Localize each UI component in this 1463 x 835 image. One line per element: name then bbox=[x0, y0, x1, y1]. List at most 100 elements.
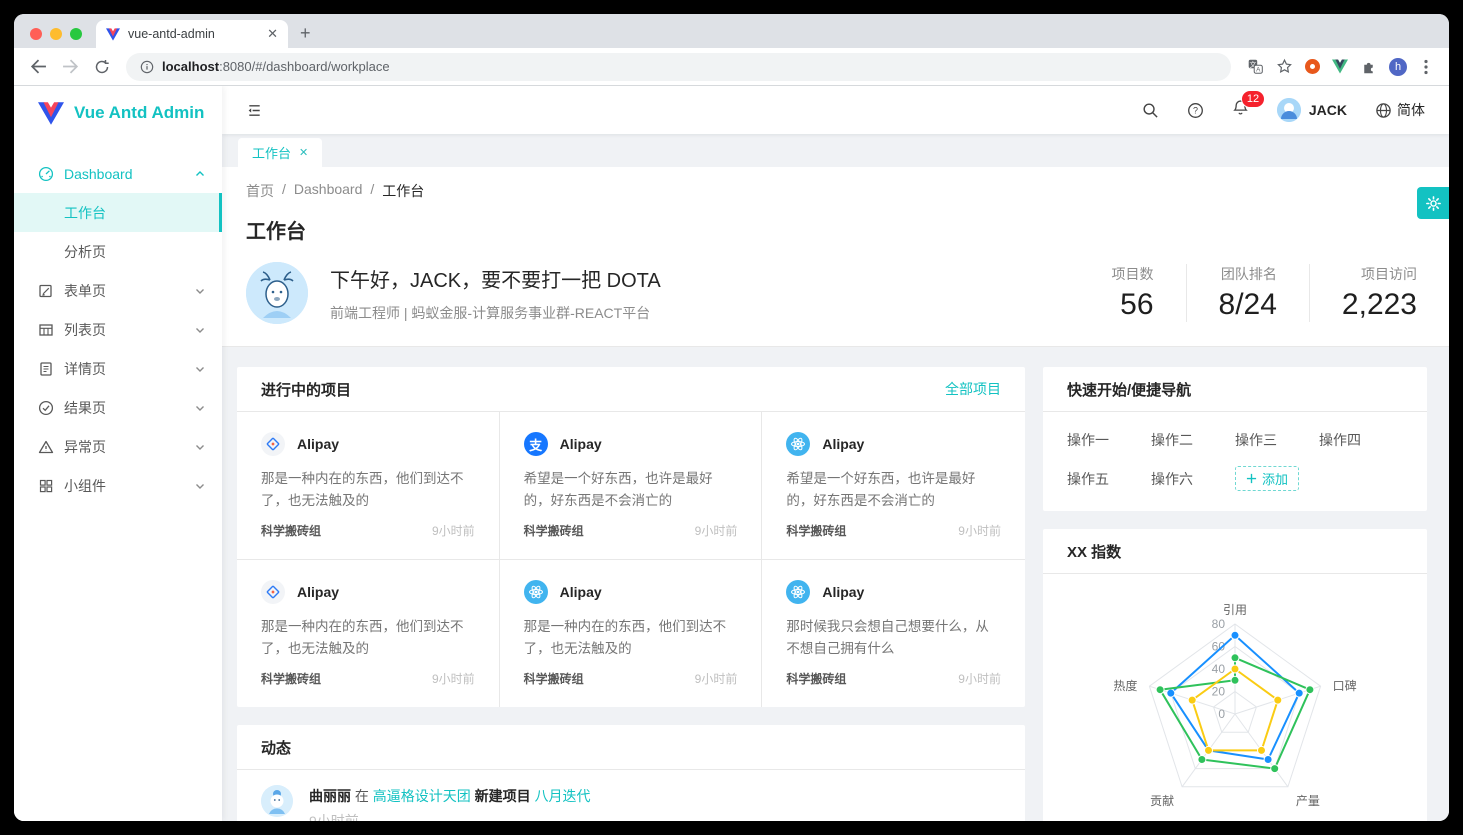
sidebar-subitem-label: 分析页 bbox=[64, 242, 106, 262]
help-icon[interactable]: ? bbox=[1187, 102, 1204, 119]
bookmark-star-icon[interactable] bbox=[1276, 58, 1293, 75]
activity-object-link[interactable]: 八月迭代 bbox=[535, 788, 591, 804]
extension-orange-icon[interactable] bbox=[1305, 59, 1320, 74]
activity-user[interactable]: 曲丽丽 bbox=[309, 788, 351, 804]
app-logo[interactable]: Vue Antd Admin bbox=[14, 86, 222, 140]
sidebar-item-analysis[interactable]: 分析页 bbox=[14, 232, 222, 271]
forward-button[interactable] bbox=[56, 53, 84, 81]
back-button[interactable] bbox=[24, 53, 52, 81]
url-host: localhost bbox=[162, 59, 219, 74]
new-tab-button[interactable]: + bbox=[288, 22, 311, 48]
project-card[interactable]: Alipay 那是一种内在的东西，他们到达不了，也无法触及的 科学搬砖组9小时前 bbox=[237, 560, 500, 707]
sidebar-item-result[interactable]: 结果页 bbox=[14, 388, 222, 427]
sidebar: Vue Antd Admin Dashboard 工作台 分析页 表单页 bbox=[14, 86, 222, 821]
forward-arrow-icon bbox=[62, 58, 79, 75]
zoom-window-button[interactable] bbox=[70, 28, 82, 40]
activity-time: 9小时前 bbox=[309, 811, 591, 821]
app-header: ? 12 JACK 简体 bbox=[222, 86, 1449, 134]
sidebar-item-dashboard[interactable]: Dashboard bbox=[14, 154, 222, 193]
project-group[interactable]: 科学搬砖组 bbox=[261, 670, 321, 687]
user-avatar bbox=[1277, 98, 1301, 122]
browser-toolbar: localhost:8080/#/dashboard/workplace 文A … bbox=[14, 48, 1449, 86]
sidebar-item-label: 异常页 bbox=[64, 437, 184, 457]
sidebar-item-list[interactable]: 列表页 bbox=[14, 310, 222, 349]
project-group[interactable]: 科学搬砖组 bbox=[261, 522, 321, 539]
breadcrumb-home[interactable]: 首页 bbox=[246, 181, 274, 201]
sidebar-item-widgets[interactable]: 小组件 bbox=[14, 466, 222, 505]
settings-drawer-button[interactable] bbox=[1417, 187, 1449, 219]
project-card[interactable]: Alipay 那是一种内在的东西，他们到达不了，也无法触及的 科学搬砖组9小时前 bbox=[500, 560, 763, 707]
reload-button[interactable] bbox=[88, 53, 116, 81]
translate-icon[interactable]: 文A bbox=[1247, 58, 1264, 75]
breadcrumb-separator: / bbox=[370, 181, 374, 201]
page-tab-close-icon[interactable]: ✕ bbox=[299, 146, 308, 159]
svg-text:20: 20 bbox=[1212, 685, 1226, 699]
page-content: 进行中的项目 全部项目 Alipay 那是一种内在的东西，他们到达不了，也无法触… bbox=[222, 347, 1449, 821]
browser-tab-strip: vue-antd-admin ✕ + bbox=[14, 14, 1449, 48]
project-time: 9小时前 bbox=[695, 522, 738, 539]
browser-tab[interactable]: vue-antd-admin ✕ bbox=[96, 20, 288, 48]
projects-title: 进行中的项目 bbox=[261, 379, 351, 400]
project-card[interactable]: Alipay 那是一种内在的东西，他们到达不了，也无法触及的 科学搬砖组9小时前 bbox=[237, 412, 500, 560]
react-logo-icon bbox=[786, 432, 810, 456]
language-label: 简体 bbox=[1397, 100, 1425, 120]
quick-link-6[interactable]: 操作六 bbox=[1151, 469, 1235, 489]
quick-link-5[interactable]: 操作五 bbox=[1067, 469, 1151, 489]
breadcrumb: 首页 / Dashboard / 工作台 bbox=[246, 181, 1425, 201]
user-menu[interactable]: JACK bbox=[1277, 98, 1347, 122]
extensions-puzzle-icon[interactable] bbox=[1360, 58, 1377, 75]
chevron-down-icon bbox=[194, 441, 206, 453]
all-projects-link[interactable]: 全部项目 bbox=[945, 379, 1001, 399]
project-card[interactable]: 支 Alipay 希望是一个好东西，也许是最好的，好东西是不会消亡的 科学搬砖组… bbox=[500, 412, 763, 560]
sidebar-item-workplace[interactable]: 工作台 bbox=[14, 193, 222, 232]
search-icon[interactable] bbox=[1142, 102, 1159, 119]
project-group[interactable]: 科学搬砖组 bbox=[786, 670, 846, 687]
quick-nav-links: 操作一 操作二 操作三 操作四 操作五 操作六 添加 bbox=[1043, 412, 1427, 511]
minimize-window-button[interactable] bbox=[50, 28, 62, 40]
quick-nav-card: 快速开始/便捷导航 操作一 操作二 操作三 操作四 操作五 操作六 添加 bbox=[1043, 367, 1427, 511]
project-card[interactable]: Alipay 希望是一个好东西，也许是最好的，好东西是不会消亡的 科学搬砖组9小… bbox=[762, 412, 1025, 560]
chrome-menu-icon[interactable] bbox=[1419, 59, 1433, 75]
check-circle-icon bbox=[38, 400, 54, 416]
user-big-avatar bbox=[246, 262, 308, 324]
chrome-profile-avatar[interactable]: h bbox=[1389, 58, 1407, 76]
stat-label: 项目数 bbox=[1112, 264, 1154, 284]
sidebar-item-detail[interactable]: 详情页 bbox=[14, 349, 222, 388]
page-tab-workplace[interactable]: 工作台 ✕ bbox=[238, 138, 322, 167]
stat-value: 2,223 bbox=[1342, 288, 1417, 322]
project-group[interactable]: 科学搬砖组 bbox=[524, 522, 584, 539]
project-name: Alipay bbox=[822, 436, 864, 452]
language-switcher[interactable]: 简体 bbox=[1375, 100, 1425, 120]
breadcrumb-current: 工作台 bbox=[382, 181, 424, 201]
greeting-subtitle: 前端工程师 | 蚂蚁金服-计算服务事业群-REACT平台 bbox=[330, 303, 661, 323]
vue-devtools-icon[interactable] bbox=[1332, 59, 1348, 74]
menu-fold-icon[interactable] bbox=[246, 102, 263, 119]
breadcrumb-dashboard[interactable]: Dashboard bbox=[294, 181, 363, 201]
project-desc: 希望是一个好东西，也许是最好的，好东西是不会消亡的 bbox=[524, 468, 738, 512]
quick-link-3[interactable]: 操作三 bbox=[1235, 430, 1319, 450]
alipay-logo-icon: 支 bbox=[524, 432, 548, 456]
toolbar-actions: 文A h bbox=[1241, 58, 1439, 76]
notifications-button[interactable]: 12 bbox=[1232, 99, 1249, 121]
activity-target-link[interactable]: 高逼格设计天团 bbox=[373, 788, 471, 804]
project-group[interactable]: 科学搬砖组 bbox=[786, 522, 846, 539]
page-tab-label: 工作台 bbox=[252, 143, 291, 162]
project-time: 9小时前 bbox=[432, 670, 475, 687]
sidebar-item-exception[interactable]: 异常页 bbox=[14, 427, 222, 466]
stat-projects: 项目数 56 bbox=[1080, 264, 1186, 322]
site-info-icon[interactable] bbox=[140, 60, 154, 74]
close-window-button[interactable] bbox=[30, 28, 42, 40]
tab-close-icon[interactable]: ✕ bbox=[267, 26, 278, 42]
quick-link-1[interactable]: 操作一 bbox=[1067, 430, 1151, 450]
sidebar-item-form[interactable]: 表单页 bbox=[14, 271, 222, 310]
address-bar[interactable]: localhost:8080/#/dashboard/workplace bbox=[126, 53, 1231, 81]
quick-link-2[interactable]: 操作二 bbox=[1151, 430, 1235, 450]
chevron-up-icon bbox=[194, 168, 206, 180]
activity-title: 动态 bbox=[261, 737, 291, 758]
project-group[interactable]: 科学搬砖组 bbox=[524, 670, 584, 687]
project-card[interactable]: Alipay 那时候我只会想自己想要什么，从不想自己拥有什么 科学搬砖组9小时前 bbox=[762, 560, 1025, 707]
quick-link-4[interactable]: 操作四 bbox=[1319, 430, 1403, 450]
add-nav-button[interactable]: 添加 bbox=[1235, 466, 1299, 491]
main-area: ? 12 JACK 简体 bbox=[222, 86, 1449, 821]
sidebar-item-label: Dashboard bbox=[64, 166, 184, 182]
